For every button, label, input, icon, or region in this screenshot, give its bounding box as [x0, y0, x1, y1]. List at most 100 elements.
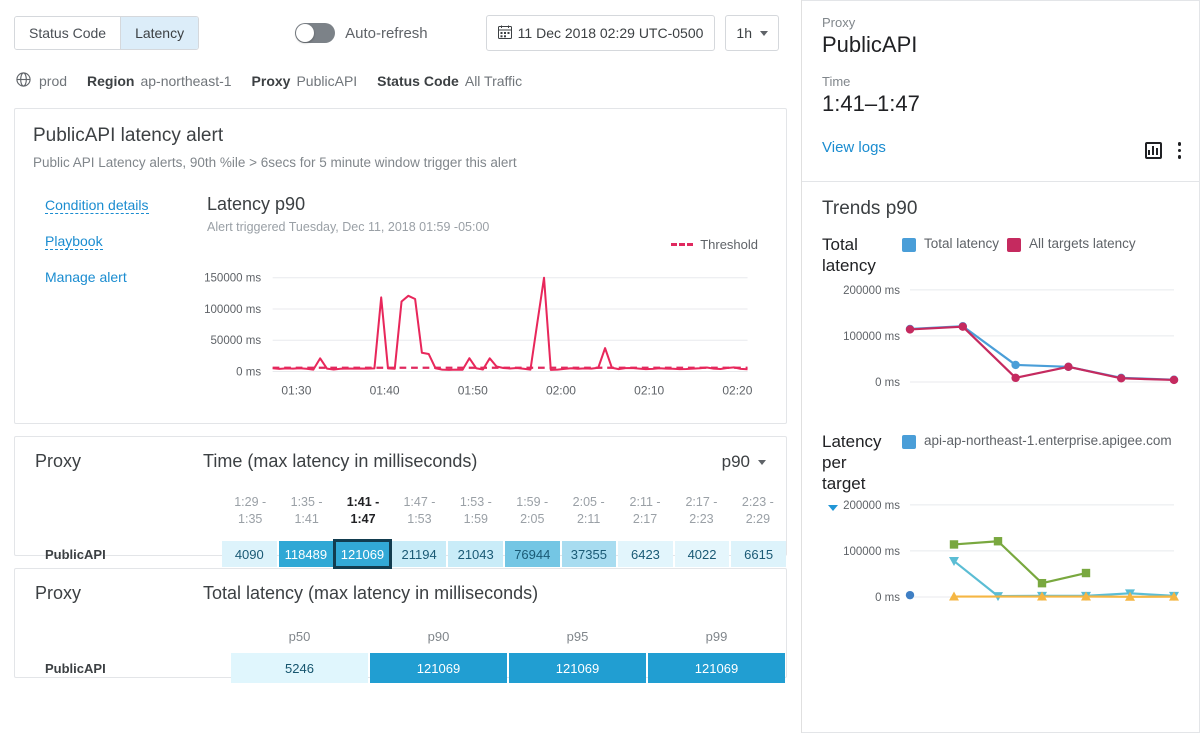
time-table-cell[interactable]: 21043: [448, 541, 503, 567]
tab-status-code-label: Status Code: [29, 25, 106, 41]
time-column-header: 1:53 -1:59: [448, 494, 504, 528]
chevron-down-icon: [758, 460, 766, 465]
time-table-cell[interactable]: 121069: [335, 541, 390, 567]
total-table-title: Total latency (max latency in millisecon…: [203, 583, 766, 604]
time-range-select[interactable]: 1h: [725, 15, 779, 51]
total-latency-table-card: Proxy Total latency (max latency in mill…: [14, 568, 787, 678]
link-playbook[interactable]: Playbook: [45, 233, 103, 250]
sidebar-time-label: Time: [822, 74, 1179, 89]
sidebar-proxy-label: Proxy: [822, 15, 1179, 30]
legend-swatch-target: [902, 435, 916, 449]
breadcrumb-value-region[interactable]: ap-northeast-1: [140, 73, 231, 89]
time-column-header: 2:23 -2:29: [730, 494, 786, 528]
tab-latency[interactable]: Latency: [120, 17, 198, 49]
trends-title: Trends p90: [802, 198, 1199, 220]
latency-chart-title: Latency p90: [207, 194, 489, 215]
legend-swatch-all-targets-latency: [1007, 238, 1021, 252]
calendar-icon: [498, 25, 512, 42]
breadcrumb-value-proxy[interactable]: PublicAPI: [296, 73, 357, 89]
percentile-select[interactable]: p90: [722, 452, 766, 472]
legend-item-target[interactable]: api-ap-northeast-1.enterprise.apigee.com: [902, 433, 1172, 449]
apigee-latency-dashboard: Status Code Latency Auto-refresh 11 Dec …: [0, 0, 1200, 733]
breadcrumb-key-proxy: Proxy: [252, 73, 291, 89]
time-table-cell[interactable]: 4090: [222, 541, 277, 567]
svg-text:50000 ms: 50000 ms: [211, 335, 262, 347]
time-table-row-label: PublicAPI: [45, 541, 106, 567]
chevron-down-icon: [760, 31, 768, 36]
metric-tab-group[interactable]: Status Code Latency: [14, 16, 199, 50]
time-column-header: 2:05 -2:11: [560, 494, 616, 528]
time-column-header: 2:17 -2:23: [673, 494, 729, 528]
threshold-legend: Threshold: [671, 237, 758, 252]
time-table-cell[interactable]: 6615: [731, 541, 786, 567]
kebab-menu-icon[interactable]: [1178, 142, 1182, 159]
svg-text:200000 ms: 200000 ms: [843, 500, 900, 512]
total-latency-trend-section: Total latency Total latency All targets …: [802, 234, 1199, 409]
time-column-header: 1:35 -1:41: [278, 494, 334, 528]
breadcrumb-value-status-code[interactable]: All Traffic: [465, 73, 522, 89]
total-table-cell[interactable]: 121069: [509, 653, 646, 683]
total-table-column-header: p50: [231, 629, 368, 644]
total-latency-section-label: Total latency: [822, 234, 894, 276]
view-logs-link[interactable]: View logs: [822, 139, 1179, 156]
svg-text:0 ms: 0 ms: [875, 377, 900, 389]
time-table-cell[interactable]: 37355: [562, 541, 617, 567]
latency-chart-subtitle: Alert triggered Tuesday, Dec 11, 2018 01…: [207, 220, 489, 234]
time-column-header: 1:41 -1:47: [335, 494, 391, 528]
time-table-cell[interactable]: 21194: [392, 541, 447, 567]
total-table-column-header: p99: [648, 629, 785, 644]
svg-text:02:00: 02:00: [546, 384, 576, 398]
svg-text:01:40: 01:40: [370, 384, 400, 398]
alert-subtitle: Public API Latency alerts, 90th %ile > 6…: [15, 147, 786, 170]
percentile-value: p90: [722, 452, 750, 472]
svg-text:02:20: 02:20: [722, 384, 752, 398]
time-table-row: 4090118489121069211942104376944373556423…: [222, 541, 786, 567]
tab-latency-label: Latency: [135, 25, 184, 41]
latency-per-target-chart: 0 ms100000 ms200000 ms: [802, 479, 1200, 619]
breadcrumb-env[interactable]: prod: [39, 73, 67, 89]
time-table-cell[interactable]: 6423: [618, 541, 673, 567]
time-column-header: 2:11 -2:17: [617, 494, 673, 528]
main-content-column: Status Code Latency Auto-refresh 11 Dec …: [0, 0, 802, 733]
total-table-column-header: p95: [509, 629, 646, 644]
latency-per-target-legend: api-ap-northeast-1.enterprise.apigee.com: [902, 433, 1172, 449]
total-table-cell[interactable]: 121069: [370, 653, 507, 683]
time-table-cell[interactable]: 76944: [505, 541, 560, 567]
legend-swatch-total-latency: [902, 238, 916, 252]
svg-text:100000 ms: 100000 ms: [843, 331, 900, 343]
total-latency-legend: Total latency All targets latency: [902, 236, 1136, 252]
time-table-cell[interactable]: 4022: [675, 541, 730, 567]
link-condition-details[interactable]: Condition details: [45, 197, 149, 214]
svg-text:0 ms: 0 ms: [236, 366, 261, 378]
trends-panel: Trends p90 Total latency Total latency A…: [802, 182, 1200, 733]
total-table-cell[interactable]: 121069: [648, 653, 785, 683]
time-table-cell[interactable]: 118489: [279, 541, 334, 567]
sidebar-proxy-value: PublicAPI: [822, 32, 1179, 58]
total-table-cell[interactable]: 5246: [231, 653, 368, 683]
alert-title: PublicAPI latency alert: [15, 109, 786, 147]
target-filter-chevron-down-icon[interactable]: [828, 505, 838, 511]
tab-status-code[interactable]: Status Code: [15, 17, 120, 49]
globe-icon: [16, 72, 31, 91]
total-table-column-header: p90: [370, 629, 507, 644]
breadcrumb-key-region: Region: [87, 73, 134, 89]
latency-chart-header: Latency p90 Alert triggered Tuesday, Dec…: [207, 194, 489, 234]
svg-text:02:10: 02:10: [634, 384, 664, 398]
auto-refresh-toggle[interactable]: [295, 23, 335, 43]
time-latency-table-card: Proxy Time (max latency in milliseconds)…: [14, 436, 787, 556]
total-table-header: Proxy Total latency (max latency in mill…: [15, 569, 786, 604]
threshold-line-swatch: [671, 243, 693, 246]
time-column-header: 1:29 -1:35: [222, 494, 278, 528]
date-picker[interactable]: 11 Dec 2018 02:29 UTC-0500: [486, 15, 716, 51]
bar-chart-icon[interactable]: [1145, 142, 1162, 159]
legend-item-total-latency[interactable]: Total latency: [902, 236, 999, 252]
svg-text:100000 ms: 100000 ms: [843, 546, 900, 558]
legend-label-all-targets-latency: All targets latency: [1029, 236, 1136, 251]
total-table-row-label: PublicAPI: [45, 653, 106, 683]
auto-refresh-toggle-wrapper[interactable]: Auto-refresh: [295, 23, 428, 43]
sidebar-summary-card: Proxy PublicAPI Time 1:41–1:47 View logs: [802, 0, 1200, 182]
legend-item-all-targets-latency[interactable]: All targets latency: [1007, 236, 1136, 252]
breadcrumb-key-status-code: Status Code: [377, 73, 459, 89]
sidebar-actions: [1145, 142, 1182, 159]
latency-per-target-section: Latency per target api-ap-northeast-1.en…: [802, 431, 1199, 624]
